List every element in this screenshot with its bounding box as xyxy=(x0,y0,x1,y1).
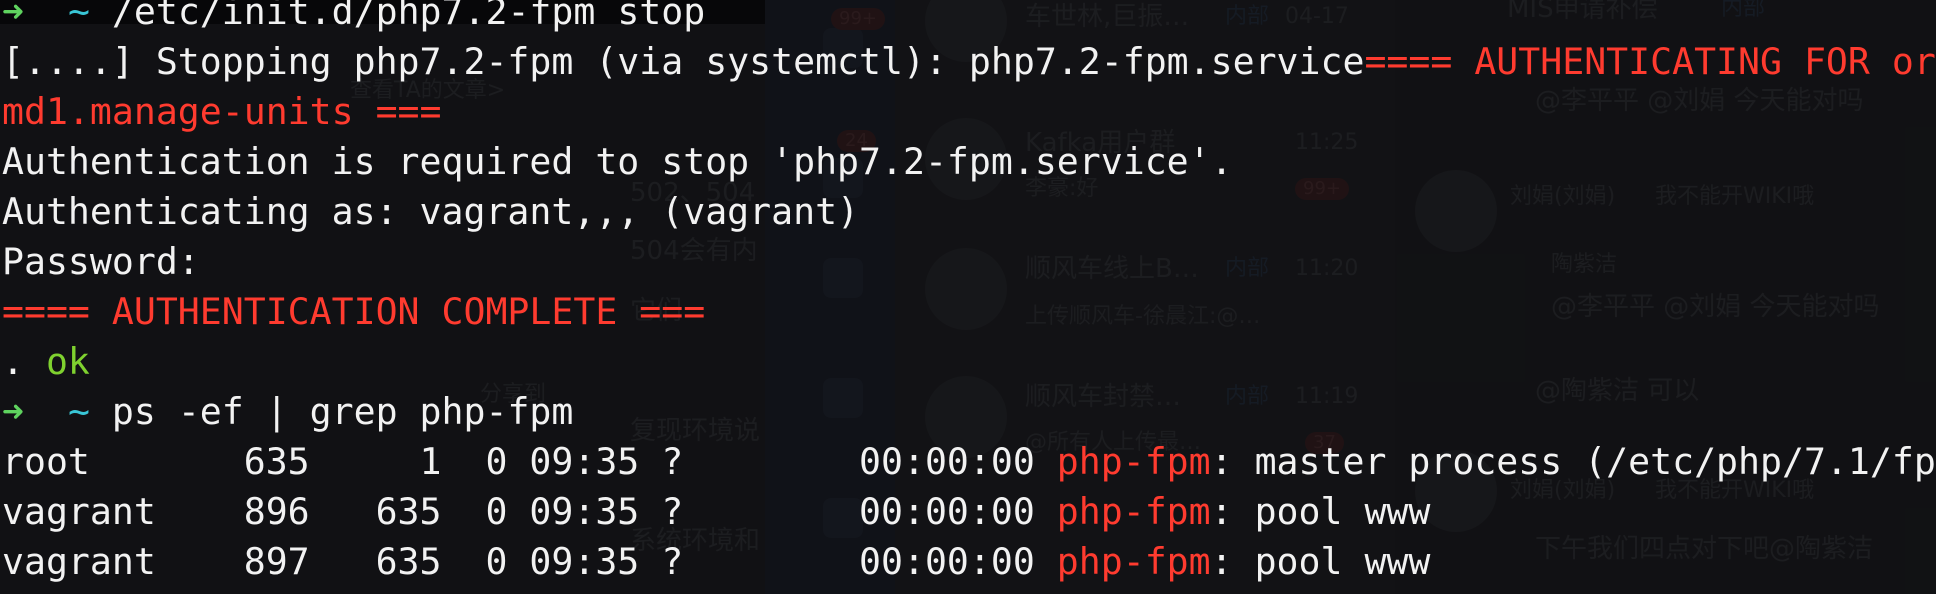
terminal-prompt-line: ➜ ~ ps -ef | grep php-fpm xyxy=(2,387,573,437)
process-row: vagrant 896 635 0 09:35 ? 00:00:00 php-f… xyxy=(2,487,1430,537)
process-columns: vagrant 897 635 0 09:35 ? 00:00:00 xyxy=(2,540,1057,583)
status-ok: ok xyxy=(45,340,90,383)
desktop-screen: 查看TA的文章> 502、504 504会有内 它们 分享到 复现环境说 系统环… xyxy=(0,0,1936,594)
terminal-command: ps -ef | grep php-fpm xyxy=(111,390,574,433)
terminal-command: /etc/init.d/php7.2-fpm stop xyxy=(111,0,706,33)
auth-user-message: Authenticating as: vagrant,,, (vagrant) xyxy=(2,190,860,233)
process-columns: vagrant 896 635 0 09:35 ? 00:00:00 xyxy=(2,490,1057,533)
auth-warning: ==== AUTHENTICATING FOR or xyxy=(1364,40,1936,83)
process-description: : pool www xyxy=(1210,490,1431,533)
process-name: php-fpm xyxy=(1056,540,1211,583)
prompt-arrow-icon: ➜ xyxy=(2,0,24,33)
terminal-prompt-line: ➜ ~ /etc/init.d/php7.2-fpm stop xyxy=(2,0,705,37)
prompt-cwd: ~ xyxy=(67,0,90,33)
password-prompt: Password: xyxy=(2,240,200,283)
status-ok-line: . ok xyxy=(2,337,90,387)
process-name: php-fpm xyxy=(1056,490,1211,533)
prompt-cwd: ~ xyxy=(67,390,90,433)
process-description: : pool www xyxy=(1210,540,1431,583)
process-columns: root 635 1 0 09:35 ? 00:00:00 xyxy=(2,440,1057,483)
prompt-arrow-icon: ➜ xyxy=(2,390,24,433)
terminal-output-line: [....] Stopping php7.2-fpm (via systemct… xyxy=(2,37,1936,87)
auth-warning-continuation: md1.manage-units === xyxy=(2,90,442,133)
stopping-message: [....] Stopping php7.2-fpm (via systemct… xyxy=(2,40,1365,83)
auth-complete-message: ==== AUTHENTICATION COMPLETE === xyxy=(2,290,706,333)
process-row: vagrant 897 635 0 09:35 ? 00:00:00 php-f… xyxy=(2,537,1430,587)
auth-required-message: Authentication is required to stop 'php7… xyxy=(2,140,1233,183)
process-name: php-fpm xyxy=(1056,440,1211,483)
terminal-window[interactable]: ➜ ~ /etc/init.d/php7.2-fpm stop [....] S… xyxy=(0,0,1936,594)
status-dot: . xyxy=(2,340,46,383)
process-row: root 635 1 0 09:35 ? 00:00:00 php-fpm: m… xyxy=(2,437,1936,487)
process-description: : master process (/etc/php/7.1/fp xyxy=(1210,440,1936,483)
